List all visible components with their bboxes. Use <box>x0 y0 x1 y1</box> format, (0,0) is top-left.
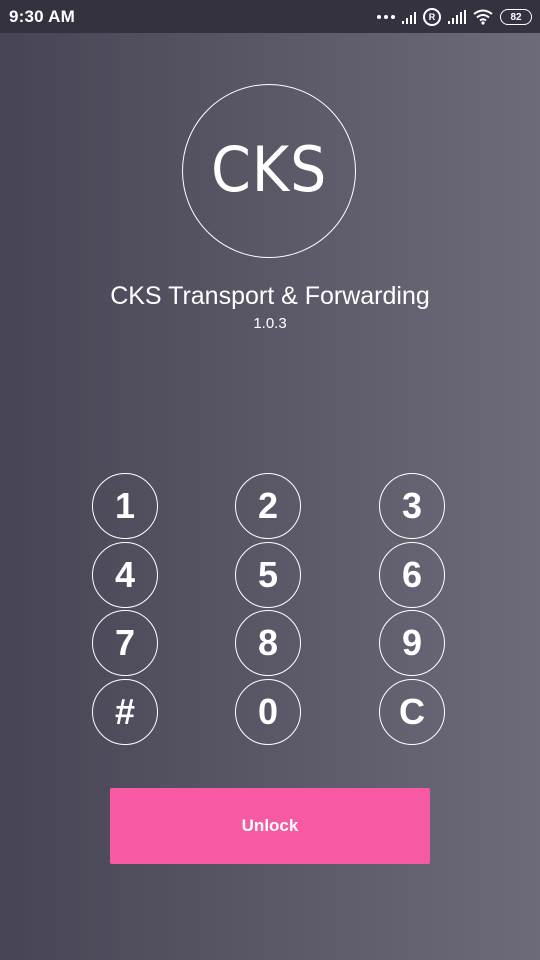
more-dots-icon <box>377 15 395 19</box>
battery-level: 82 <box>510 11 522 23</box>
key-7[interactable]: 7 <box>92 610 158 676</box>
key-clear[interactable]: C <box>379 679 445 745</box>
lock-screen: 9:30 AM R 82 CKS CKS Transport & Forward… <box>0 0 540 960</box>
app-logo: CKS <box>182 84 356 258</box>
key-hash[interactable]: # <box>92 679 158 745</box>
key-2[interactable]: 2 <box>235 473 301 539</box>
status-time: 9:30 AM <box>9 7 75 26</box>
unlock-button[interactable]: Unlock <box>110 788 430 864</box>
app-title: CKS Transport & Forwarding <box>110 282 430 310</box>
key-3[interactable]: 3 <box>379 473 445 539</box>
key-1[interactable]: 1 <box>92 473 158 539</box>
wifi-icon <box>473 9 493 25</box>
logo-text: CKS <box>210 132 328 206</box>
signal-icon <box>448 10 466 24</box>
roaming-icon: R <box>423 8 441 26</box>
app-version: 1.0.3 <box>253 315 287 332</box>
key-6[interactable]: 6 <box>379 542 445 608</box>
key-8[interactable]: 8 <box>235 610 301 676</box>
status-bar: 9:30 AM R 82 <box>0 0 540 33</box>
key-9[interactable]: 9 <box>379 610 445 676</box>
key-5[interactable]: 5 <box>235 542 301 608</box>
status-icons: R 82 <box>377 6 532 28</box>
battery-icon: 82 <box>500 9 532 25</box>
signal-icon <box>402 10 416 24</box>
key-4[interactable]: 4 <box>92 542 158 608</box>
key-0[interactable]: 0 <box>235 679 301 745</box>
